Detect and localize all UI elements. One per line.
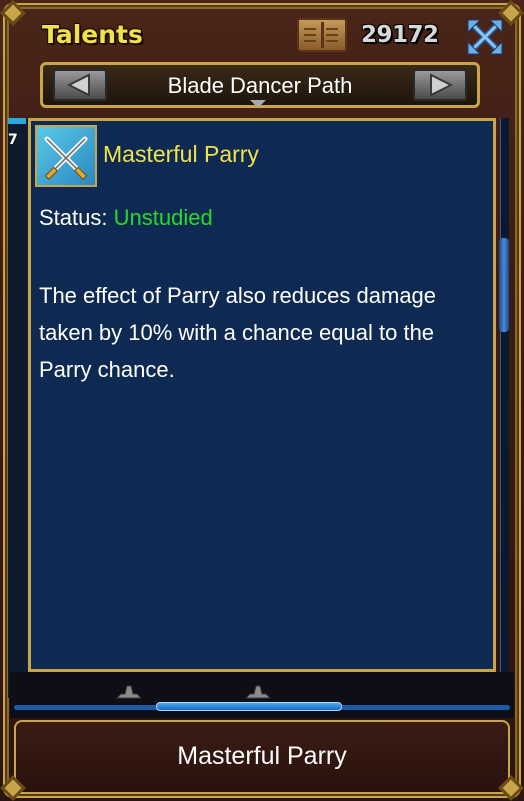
window-title: Talents bbox=[42, 20, 143, 49]
vertical-scrollbar[interactable] bbox=[500, 118, 509, 672]
expand-arrows-icon[interactable] bbox=[466, 18, 504, 56]
selected-talent-label: Masterful Parry bbox=[177, 742, 347, 770]
left-strip bbox=[8, 118, 28, 698]
window-header: Talents 29172 bbox=[14, 8, 510, 56]
talent-node-icon[interactable] bbox=[243, 684, 273, 700]
status-label: Status: bbox=[39, 205, 108, 230]
selected-talent-footer: Masterful Parry bbox=[14, 720, 510, 794]
talent-points-counter: 29172 bbox=[361, 22, 439, 48]
talent-node-icon[interactable] bbox=[114, 684, 144, 700]
right-arrow-icon bbox=[430, 73, 454, 97]
talent-name: Masterful Parry bbox=[103, 141, 259, 167]
left-strip-accent bbox=[8, 118, 26, 124]
talent-description: The effect of Parry also reduces damage … bbox=[39, 283, 437, 382]
vertical-scroll-thumb[interactable] bbox=[499, 238, 509, 332]
talent-detail-panel: Masterful Parry Status: Unstudied The ef… bbox=[28, 118, 496, 672]
horizontal-scroll-thumb[interactable] bbox=[156, 702, 342, 711]
path-name: Blade Dancer Path bbox=[167, 73, 353, 98]
talent-status: Status: Unstudied bbox=[39, 205, 213, 231]
status-value: Unstudied bbox=[113, 205, 213, 230]
talents-window: Talents 29172 Blade Dancer Path 7 Master… bbox=[0, 0, 524, 801]
left-tab-label: 7 bbox=[8, 132, 18, 148]
crossed-swords-icon bbox=[35, 125, 97, 187]
book-icon[interactable] bbox=[297, 18, 347, 52]
path-indicator-notch bbox=[250, 100, 266, 108]
next-path-button[interactable] bbox=[413, 69, 467, 101]
